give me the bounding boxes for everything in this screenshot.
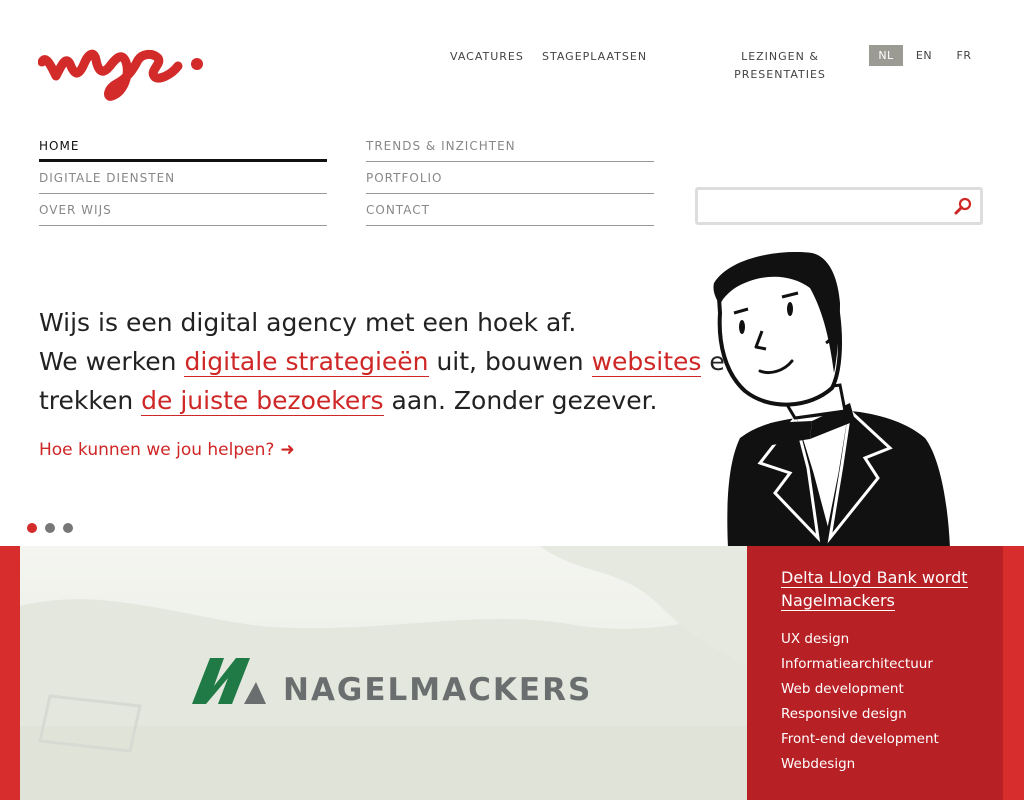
hero-link-bezoekers[interactable]: de juiste bezoekers bbox=[141, 386, 384, 416]
service-item: Front-end development bbox=[781, 731, 939, 747]
arrow-right-icon: ➜ bbox=[280, 440, 295, 460]
slider-dot-1[interactable] bbox=[27, 523, 37, 533]
case-title-link[interactable]: Delta Lloyd Bank wordt Nagelmackers bbox=[781, 568, 968, 611]
cta-label: Hoe kunnen we jou helpen? bbox=[39, 440, 275, 460]
topnav-stageplaatsen-link[interactable]: STAGEPLAATSEN bbox=[542, 50, 647, 63]
nav-home[interactable]: HOME bbox=[39, 130, 327, 162]
lang-nl-button[interactable]: NL bbox=[869, 45, 903, 66]
slider-dot-2[interactable] bbox=[45, 523, 55, 533]
service-item: Informatiearchitectuur bbox=[781, 656, 933, 672]
lang-fr-button[interactable]: FR bbox=[947, 45, 981, 66]
cta-help-link[interactable]: Hoe kunnen we jou helpen? ➜ bbox=[39, 440, 295, 460]
search-box bbox=[695, 187, 983, 225]
mascot-illustration bbox=[713, 252, 950, 548]
nav-contact[interactable]: CONTACT bbox=[366, 194, 654, 226]
lezingen-label-line1: LEZINGEN & bbox=[741, 50, 819, 63]
nav-over-wijs[interactable]: OVER WIJS bbox=[39, 194, 327, 226]
slider-dot-3[interactable] bbox=[63, 523, 73, 533]
search-icon[interactable] bbox=[954, 197, 972, 215]
service-item: Responsive design bbox=[781, 706, 907, 722]
case-panel: Delta Lloyd Bank wordt Nagelmackers UX d… bbox=[747, 546, 1003, 800]
hero-text: trekken bbox=[39, 386, 142, 415]
service-item: Web development bbox=[781, 681, 904, 697]
hero-line-1: Wijs is een digital agency met een hoek … bbox=[39, 308, 577, 337]
nav-portfolio[interactable]: PORTFOLIO bbox=[366, 162, 654, 194]
nagelmackers-wordmark: NAGELMACKERS bbox=[283, 672, 593, 708]
hero-link-strategieen[interactable]: digitale strategieën bbox=[184, 347, 429, 377]
case-services-list: UX design Informatiearchitectuur Web dev… bbox=[781, 627, 1003, 777]
topnav-vacatures-link[interactable]: VACATURES bbox=[450, 50, 524, 63]
service-item: UX design bbox=[781, 631, 850, 647]
lang-en-button[interactable]: EN bbox=[907, 45, 941, 66]
lezingen-label-line2: PRESENTATIES bbox=[734, 68, 826, 81]
wijs-logo[interactable] bbox=[38, 34, 208, 104]
service-item: Webdesign bbox=[781, 756, 856, 772]
nav-digitale-diensten[interactable]: DIGITALE DIENSTEN bbox=[39, 162, 327, 194]
hero-text: uit, bouwen bbox=[428, 347, 592, 376]
topnav-lezingen-link[interactable]: LEZINGEN & PRESENTATIES bbox=[730, 48, 830, 84]
hero-text: aan. Zonder gezever. bbox=[383, 386, 658, 415]
hero-text: We werken bbox=[39, 347, 185, 376]
nav-trends[interactable]: TRENDS & INZICHTEN bbox=[366, 130, 654, 162]
hero-line-3: trekken de juiste bezoekers aan. Zonder … bbox=[39, 381, 699, 420]
hero-intro: Wijs is een digital agency met een hoek … bbox=[39, 303, 741, 420]
hero-line-2: We werken digitale strategieën uit, bouw… bbox=[39, 342, 741, 381]
hero-link-websites[interactable]: websites bbox=[591, 347, 702, 377]
search-input[interactable] bbox=[698, 190, 938, 220]
slider-dots bbox=[27, 518, 81, 537]
